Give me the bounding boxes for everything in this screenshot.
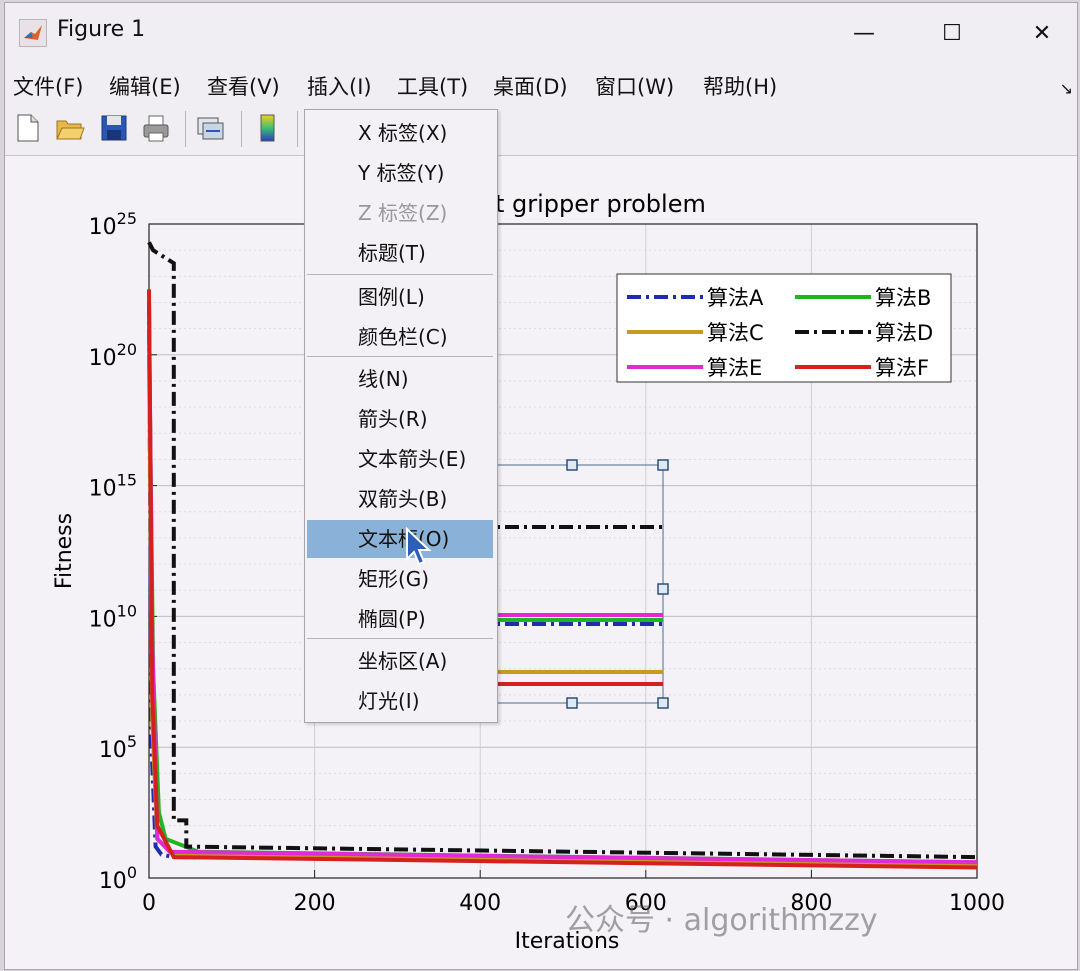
maximize-button[interactable]: ☐ (929, 13, 975, 55)
menu-separator (307, 274, 493, 275)
menu-item-axes[interactable]: 坐标区(A) (305, 642, 497, 680)
menu-file[interactable]: 文件(F) (13, 71, 83, 101)
menu-desktop[interactable]: 桌面(D) (493, 71, 568, 101)
link-plot-icon[interactable] (195, 113, 225, 143)
menu-separator (307, 356, 493, 357)
menu-item-rectangle[interactable]: 矩形(G) (305, 560, 497, 598)
menu-item-legend[interactable]: 图例(L) (305, 278, 497, 316)
menu-help[interactable]: 帮助(H) (703, 71, 777, 101)
menu-overflow-icon[interactable]: ↘ (1060, 79, 1073, 98)
menu-item-ylabel[interactable]: Y 标签(Y) (305, 154, 497, 192)
menu-bar: 文件(F) 编辑(E) 查看(V) 插入(I) 工具(T) 桌面(D) 窗口(W… (5, 65, 1077, 105)
colorbar-icon[interactable] (253, 113, 283, 143)
y-tick-label: 105 (99, 732, 137, 763)
new-file-icon[interactable] (13, 113, 43, 143)
menu-item-xlabel[interactable]: X 标签(X) (305, 114, 497, 152)
legend-entry-label: 算法F (875, 356, 929, 380)
menu-item-zlabel: Z 标签(Z) (358, 201, 448, 225)
menu-tools[interactable]: 工具(T) (397, 71, 468, 101)
menu-item-double-arrow[interactable]: 双箭头(B) (305, 480, 497, 518)
y-axis: 100 105 1010 1015 1020 1025 (89, 209, 157, 894)
x-tick-label: 0 (142, 891, 156, 916)
series-line[interactable] (147, 328, 978, 865)
save-icon[interactable] (99, 113, 129, 143)
series-line[interactable] (147, 302, 978, 865)
watermark: 公众号 · algorithmzzy (565, 903, 878, 938)
menu-insert[interactable]: 插入(I) (307, 71, 372, 101)
toolbar-separator (241, 111, 242, 147)
y-tick-label: 1020 (89, 340, 137, 371)
plot-area[interactable]: 1001051010101510201025 0 200 400 600 800 1000… (5, 156, 1077, 969)
menu-item-line[interactable]: 线(N) (305, 360, 497, 398)
toolbar (5, 105, 1077, 156)
resize-handle[interactable] (566, 459, 578, 471)
x-tick-label: 1000 (949, 891, 1005, 916)
resize-handle[interactable] (657, 583, 669, 595)
legend-entry-label: 算法D (875, 321, 933, 345)
insert-menu: X 标签(X) Y 标签(Y) Z 标签(Z) 标题(T) 图例(L) 颜色栏(… (304, 109, 498, 723)
y-tick-label: 100 (99, 863, 137, 894)
open-folder-icon[interactable] (55, 113, 85, 143)
y-axis-label: Fitness (52, 513, 77, 589)
resize-handle[interactable] (566, 697, 578, 709)
menu-item-light[interactable]: 灯光(I) (305, 682, 497, 720)
y-tick-label: 1025 (89, 209, 137, 240)
figure-canvas: 100 105 1010 1015 1020 1025 0 200 400 600 800 1000… (5, 156, 1077, 969)
legend[interactable]: 算法A 算法B 算法C 算法D 算法E 算法F (616, 273, 952, 383)
menu-item-textbox[interactable]: 文本框(O) (307, 520, 493, 558)
y-tick-label: 1015 (89, 471, 137, 502)
resize-handle[interactable] (657, 459, 669, 471)
menu-item-colorbar[interactable]: 颜色栏(C) (305, 318, 497, 356)
window-title: Figure 1 (57, 17, 146, 42)
legend-entry-label: 算法B (875, 286, 931, 310)
legend-entry-label: 算法E (707, 356, 762, 380)
legend-entry-label: 算法C (707, 321, 764, 345)
legend-entry-label: 算法A (707, 286, 764, 310)
print-icon[interactable] (141, 113, 171, 143)
menu-view[interactable]: 查看(V) (207, 71, 280, 101)
menu-edit[interactable]: 编辑(E) (109, 71, 181, 101)
close-button[interactable]: ✕ (1019, 13, 1065, 55)
figure-window: Figure 1 — ☐ ✕ 文件(F) 编辑(E) 查看(V) 插入(I) 工… (4, 2, 1078, 970)
x-tick-label: 200 (294, 891, 336, 916)
menu-item-title[interactable]: 标题(T) (305, 234, 497, 272)
title-bar: Figure 1 — ☐ ✕ (5, 3, 1077, 65)
x-tick-label: 400 (459, 891, 501, 916)
menu-separator (307, 638, 493, 639)
toolbar-separator (185, 111, 186, 147)
toolbar-separator (297, 111, 298, 147)
chart-title: t gripper problem (495, 190, 706, 218)
series-line[interactable] (147, 354, 978, 867)
matlab-logo-icon (19, 19, 47, 47)
y-tick-label: 1010 (89, 601, 137, 632)
series-line[interactable] (147, 302, 978, 866)
resize-handle[interactable] (657, 697, 669, 709)
menu-item-arrow[interactable]: 箭头(R) (305, 400, 497, 438)
minimize-button[interactable]: — (841, 13, 887, 55)
menu-window[interactable]: 窗口(W) (595, 71, 674, 101)
mouse-cursor-icon (405, 526, 435, 571)
menu-item-text-arrow[interactable]: 文本箭头(E) (305, 440, 497, 478)
menu-item-ellipse[interactable]: 椭圆(P) (305, 600, 497, 638)
